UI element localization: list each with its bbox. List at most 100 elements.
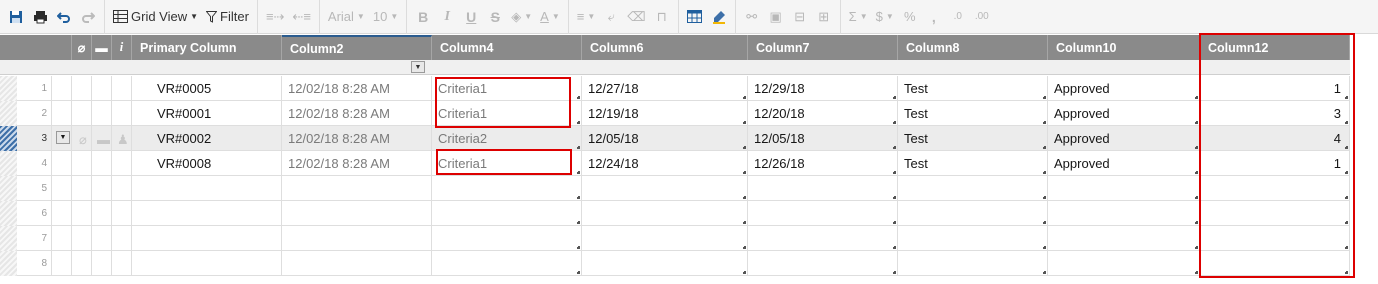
row-utility-cell[interactable] xyxy=(92,76,112,101)
cell-column10[interactable]: Approved xyxy=(1048,126,1200,151)
cell-column2[interactable] xyxy=(282,226,432,251)
header-column6[interactable]: Column6 xyxy=(582,35,748,60)
indent-button[interactable]: ≡⇢ xyxy=(262,4,288,30)
row-utility-cell[interactable] xyxy=(72,226,92,251)
cell-column10[interactable] xyxy=(1048,251,1200,276)
row-utility-cell[interactable] xyxy=(72,176,92,201)
row-drag-handle[interactable] xyxy=(0,176,17,201)
fill-handle-icon[interactable] xyxy=(893,221,896,224)
table-row[interactable]: 4 VR#0008 12/02/18 8:28 AM Criteria1 12/24/1… xyxy=(0,151,1350,176)
table-row[interactable]: 2 VR#0001 12/02/18 8:28 AM Criteria1 12/19/1… xyxy=(0,101,1350,126)
row-utility-cell[interactable] xyxy=(92,226,112,251)
row-menu-button[interactable]: ▼ xyxy=(56,131,70,144)
filter-button[interactable]: Filter xyxy=(202,4,253,30)
fill-handle-icon[interactable] xyxy=(577,196,580,199)
cell-column8[interactable]: Test xyxy=(898,151,1048,176)
row-utility-cell[interactable] xyxy=(112,201,132,226)
fill-handle-icon[interactable] xyxy=(743,146,746,149)
row-utility-cell[interactable] xyxy=(112,176,132,201)
cell-column12[interactable] xyxy=(1200,251,1350,276)
row-utility-cell[interactable] xyxy=(72,201,92,226)
cell-column8[interactable] xyxy=(898,201,1048,226)
fill-handle-icon[interactable] xyxy=(743,196,746,199)
cell-column2[interactable] xyxy=(282,201,432,226)
fill-handle-icon[interactable] xyxy=(577,96,580,99)
cell-column8[interactable] xyxy=(898,251,1048,276)
cell-column6[interactable]: 12/27/18 xyxy=(582,76,748,101)
cell-column4[interactable]: Criteria2 xyxy=(432,126,582,151)
fill-handle-icon[interactable] xyxy=(1043,221,1046,224)
print-button[interactable] xyxy=(28,4,52,30)
row-utility-cell[interactable] xyxy=(112,226,132,251)
table-row[interactable]: 7 xyxy=(0,226,1350,251)
row-utility-cell[interactable] xyxy=(92,201,112,226)
header-primary-column[interactable]: Primary Column xyxy=(132,35,282,60)
fill-handle-icon[interactable] xyxy=(1043,246,1046,249)
fill-handle-icon[interactable] xyxy=(1195,246,1198,249)
redo-button[interactable] xyxy=(76,4,100,30)
format-painter-button[interactable]: ⊓ xyxy=(650,4,674,30)
row-utility-cell[interactable] xyxy=(92,176,112,201)
dependencies-button[interactable]: ⊞ xyxy=(812,4,836,30)
cell-primary-column[interactable]: VR#0005 xyxy=(132,76,282,101)
row-drag-handle[interactable] xyxy=(0,251,17,276)
paperclip-icon[interactable]: ⌀ xyxy=(79,132,87,148)
insert-image-button[interactable]: ▣ xyxy=(764,4,788,30)
row-utility-cell[interactable] xyxy=(52,76,72,101)
fill-handle-icon[interactable] xyxy=(893,146,896,149)
fill-handle-icon[interactable] xyxy=(893,96,896,99)
text-color-button[interactable]: A ▼ xyxy=(536,4,564,30)
row-utility-cell[interactable] xyxy=(112,251,132,276)
row-utility-cell[interactable] xyxy=(92,151,112,176)
fill-handle-icon[interactable] xyxy=(743,171,746,174)
header-column10[interactable]: Column10 xyxy=(1048,35,1200,60)
strikethrough-button[interactable]: S xyxy=(483,4,507,30)
cell-column2[interactable]: 12/02/18 8:28 AM xyxy=(282,101,432,126)
cell-column10[interactable]: Approved xyxy=(1048,101,1200,126)
fill-handle-icon[interactable] xyxy=(1043,96,1046,99)
cell-column7[interactable] xyxy=(748,226,898,251)
underline-button[interactable]: U xyxy=(459,4,483,30)
header-column12[interactable]: Column12 xyxy=(1200,35,1350,60)
header-column7[interactable]: Column7 xyxy=(748,35,898,60)
fill-handle-icon[interactable] xyxy=(893,271,896,274)
fill-handle-icon[interactable] xyxy=(1345,171,1348,174)
cell-column4[interactable]: Criteria1 xyxy=(432,151,582,176)
row-drag-handle[interactable] xyxy=(0,151,17,176)
fill-handle-icon[interactable] xyxy=(743,221,746,224)
cell-column8[interactable]: Test xyxy=(898,101,1048,126)
cell-column6[interactable] xyxy=(582,176,748,201)
cell-column6[interactable] xyxy=(582,251,748,276)
sum-button[interactable]: Σ ▼ xyxy=(845,4,872,30)
cell-column12[interactable] xyxy=(1200,201,1350,226)
cell-column10[interactable] xyxy=(1048,176,1200,201)
comment-icon[interactable]: ▬ xyxy=(97,132,110,147)
cell-column7[interactable] xyxy=(748,201,898,226)
fill-handle-icon[interactable] xyxy=(1043,171,1046,174)
row-utility-cell[interactable] xyxy=(52,101,72,126)
cell-primary-column[interactable]: VR#0008 xyxy=(132,151,282,176)
header-column4[interactable]: Column4 xyxy=(432,35,582,60)
cell-column12[interactable]: 1 xyxy=(1200,151,1350,176)
fill-handle-icon[interactable] xyxy=(1345,221,1348,224)
cell-column10[interactable] xyxy=(1048,201,1200,226)
header-column2[interactable]: Column2 xyxy=(282,35,432,60)
row-utility-cell[interactable] xyxy=(52,251,72,276)
fill-handle-icon[interactable] xyxy=(743,246,746,249)
cell-column7[interactable]: 12/20/18 xyxy=(748,101,898,126)
cell-primary-column[interactable]: VR#0002 xyxy=(132,126,282,151)
table-row[interactable]: 1 VR#0005 12/02/18 8:28 AM Criteria1 12/27/1… xyxy=(0,76,1350,101)
italic-button[interactable]: I xyxy=(435,4,459,30)
fill-handle-icon[interactable] xyxy=(1345,121,1348,124)
percent-button[interactable]: % xyxy=(898,4,922,30)
cell-column8[interactable]: Test xyxy=(898,76,1048,101)
table-row[interactable]: 6 xyxy=(0,201,1350,226)
cell-primary-column[interactable] xyxy=(132,226,282,251)
row-utility-cell[interactable] xyxy=(92,251,112,276)
cell-column8[interactable] xyxy=(898,226,1048,251)
fill-handle-icon[interactable] xyxy=(893,246,896,249)
fill-handle-icon[interactable] xyxy=(577,171,580,174)
cell-column12[interactable]: 3 xyxy=(1200,101,1350,126)
header-column8[interactable]: Column8 xyxy=(898,35,1048,60)
cell-column4[interactable] xyxy=(432,226,582,251)
